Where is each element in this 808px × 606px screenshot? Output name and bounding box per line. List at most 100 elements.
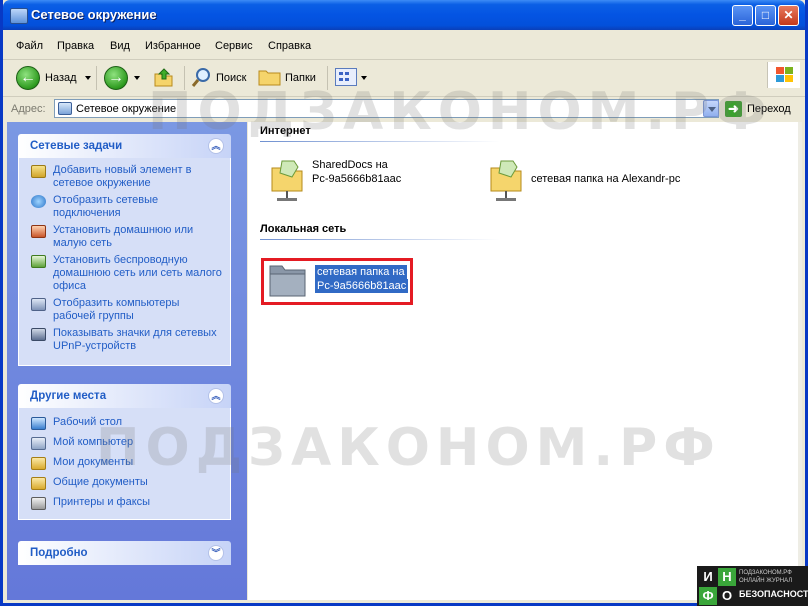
home-network-icon	[31, 225, 46, 238]
badge-line-2: ОНЛАЙН ЖУРНАЛ	[739, 578, 793, 584]
address-bar: Адрес: Сетевое окружение ➜ Переход	[3, 97, 805, 121]
place-label: Мой компьютер	[53, 436, 134, 448]
minimize-button[interactable]: _	[732, 5, 753, 26]
menu-edit[interactable]: Правка	[57, 40, 94, 52]
task-setup-home-network[interactable]: Установить домашнюю или малую сеть	[19, 224, 230, 250]
other-places-body: Рабочий стол Мой компьютер Мои документы…	[18, 408, 231, 520]
badge-line-3: БЕЗОПАСНОСТЬ	[739, 589, 808, 599]
add-place-icon	[31, 165, 46, 178]
other-places-panel: Другие места ︽ Рабочий стол Мой компьюте…	[18, 384, 231, 520]
folders-icon[interactable]	[258, 67, 282, 87]
folders-button-label[interactable]: Папки	[285, 72, 316, 84]
toolbar-separator	[96, 66, 97, 90]
back-button-label[interactable]: Назад	[45, 72, 77, 84]
globe-icon	[31, 195, 46, 208]
task-label: Установить домашнюю или малую сеть	[53, 224, 194, 249]
search-icon[interactable]	[191, 66, 213, 88]
back-arrow-icon[interactable]: ←	[16, 66, 40, 90]
details-header[interactable]: Подробно ︾	[18, 541, 231, 565]
go-button-label[interactable]: Переход	[747, 103, 791, 115]
views-icon[interactable]	[335, 68, 357, 86]
badge-letter: И	[699, 568, 717, 586]
task-label: Отобразить компьютеры рабочей группы	[53, 297, 180, 322]
place-my-documents[interactable]: Мои документы	[19, 456, 230, 470]
views-dropdown-icon[interactable]	[361, 76, 367, 80]
details-panel: Подробно ︾	[18, 541, 231, 565]
menu-favorites[interactable]: Избранное	[145, 40, 201, 52]
network-share-label-1: сетевая папка на Alexandr-pc	[531, 173, 681, 185]
place-label: Общие документы	[53, 476, 148, 488]
file-view: Интернет SharedDocs на Pc-9a5666b81aac с…	[248, 122, 798, 600]
badge-letter: Н	[718, 568, 736, 586]
place-desktop[interactable]: Рабочий стол	[19, 416, 230, 430]
forward-arrow-icon[interactable]: →	[104, 66, 128, 90]
task-label: Отобразить сетевые подключения	[53, 194, 159, 219]
network-share-label-1: SharedDocs на	[312, 159, 388, 171]
up-folder-icon[interactable]	[153, 66, 175, 88]
group-local-title: Локальная сеть	[260, 223, 347, 235]
network-tasks-panel: Сетевые задачи ︽ Добавить новый элемент …	[18, 134, 231, 366]
network-share-icon	[490, 160, 522, 201]
group-divider	[260, 141, 500, 142]
network-tasks-header[interactable]: Сетевые задачи ︽	[18, 134, 231, 158]
place-my-computer[interactable]: Мой компьютер	[19, 436, 230, 450]
go-arrow-icon[interactable]: ➜	[725, 101, 742, 117]
network-share-icon	[271, 160, 303, 201]
task-pane: Сетевые задачи ︽ Добавить новый элемент …	[7, 122, 247, 600]
address-dropdown-icon[interactable]	[703, 100, 719, 117]
printer-icon	[31, 497, 46, 510]
other-places-header[interactable]: Другие места ︽	[18, 384, 231, 408]
title-bar[interactable]: Сетевое окружение _ □ ✕	[3, 0, 805, 30]
task-add-network-place[interactable]: Добавить новый элемент в сетевое окружен…	[19, 164, 230, 190]
menu-view[interactable]: Вид	[110, 40, 130, 52]
badge-letter: О	[718, 587, 736, 605]
site-badge-logo: И Н Ф О ПОДЗАКОНОМ.РФ ОНЛАЙН ЖУРНАЛ БЕЗО…	[697, 566, 808, 606]
expand-chevron-icon[interactable]: ︾	[208, 545, 224, 561]
group-divider	[260, 239, 500, 240]
forward-dropdown-icon[interactable]	[134, 76, 140, 80]
my-documents-icon	[31, 457, 46, 470]
network-share-label-2: Pc-9a5666b81aac	[312, 173, 402, 185]
close-button[interactable]: ✕	[778, 5, 799, 26]
toolbar-separator	[327, 66, 328, 90]
network-places-icon	[58, 102, 72, 115]
network-places-icon	[10, 8, 28, 24]
search-button-label[interactable]: Поиск	[216, 72, 246, 84]
workgroup-icon	[31, 298, 46, 311]
task-label: Установить беспроводную домашнюю сеть ил…	[53, 254, 222, 292]
desktop-icon	[31, 417, 46, 430]
menu-help[interactable]: Справка	[268, 40, 311, 52]
network-share-item[interactable]: сетевая папка на Alexandr-pc	[487, 158, 717, 208]
toolbar: ← Назад → Поиск Папки	[3, 60, 805, 97]
details-title: Подробно	[30, 547, 88, 559]
menu-file[interactable]: Файл	[16, 40, 43, 52]
place-label: Мои документы	[53, 456, 134, 468]
task-show-upnp-icons[interactable]: Показывать значки для сетевых UPnP-устро…	[19, 327, 230, 353]
place-shared-documents[interactable]: Общие документы	[19, 476, 230, 490]
menu-tools[interactable]: Сервис	[215, 40, 253, 52]
right-edge	[798, 122, 802, 600]
badge-letter: Ф	[699, 587, 717, 605]
menu-bar: Файл Правка Вид Избранное Сервис Справка	[3, 30, 805, 88]
collapse-chevron-icon[interactable]: ︽	[208, 388, 224, 404]
my-computer-icon	[31, 437, 46, 450]
toolbar-separator	[184, 66, 185, 90]
network-share-item[interactable]: SharedDocs на Pc-9a5666b81aac	[268, 158, 468, 208]
back-dropdown-icon[interactable]	[85, 76, 91, 80]
place-label: Принтеры и факсы	[53, 496, 151, 508]
selection-highlight-box	[261, 258, 413, 305]
group-internet-title: Интернет	[260, 125, 311, 137]
window-title: Сетевое окружение	[31, 7, 157, 22]
task-label: Добавить новый элемент в сетевое окружен…	[53, 164, 192, 189]
task-view-workgroup[interactable]: Отобразить компьютеры рабочей группы	[19, 297, 230, 323]
task-setup-wireless-network[interactable]: Установить беспроводную домашнюю сеть ил…	[19, 254, 230, 293]
address-value: Сетевое окружение	[76, 103, 177, 115]
address-input[interactable]: Сетевое окружение	[54, 99, 719, 118]
address-label: Адрес:	[11, 103, 46, 115]
maximize-button[interactable]: □	[755, 5, 776, 26]
network-tasks-title: Сетевые задачи	[30, 140, 123, 152]
other-places-title: Другие места	[30, 390, 107, 402]
task-view-connections[interactable]: Отобразить сетевые подключения	[19, 194, 230, 220]
place-printers-faxes[interactable]: Принтеры и факсы	[19, 496, 230, 510]
collapse-chevron-icon[interactable]: ︽	[208, 138, 224, 154]
